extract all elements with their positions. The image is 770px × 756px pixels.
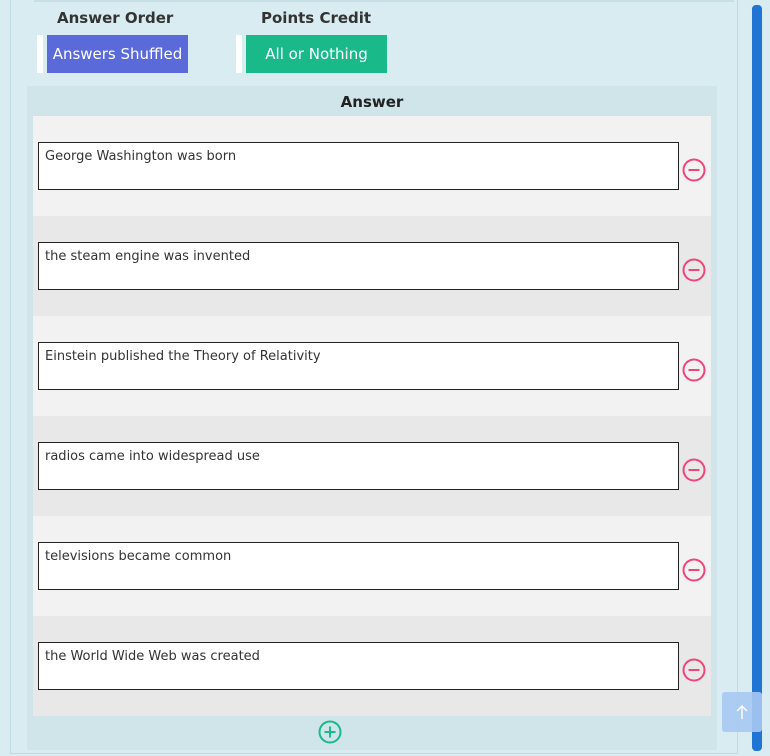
minus-circle-icon[interactable] — [682, 358, 706, 382]
minus-circle-icon[interactable] — [682, 658, 706, 682]
answer-input[interactable]: Einstein published the Theory of Relativ… — [38, 342, 679, 390]
answer-panel: Answer George Washington was born the st… — [27, 86, 717, 750]
minus-circle-icon[interactable] — [682, 158, 706, 182]
answer-row: televisions became common — [33, 516, 711, 616]
answer-row: George Washington was born — [33, 116, 711, 216]
scroll-top-button[interactable] — [722, 692, 762, 732]
points-credit-control: All or Nothing — [236, 35, 387, 73]
minus-circle-icon[interactable] — [682, 458, 706, 482]
points-credit-button[interactable]: All or Nothing — [246, 35, 387, 73]
answer-header: Answer — [340, 93, 404, 111]
answer-input[interactable]: George Washington was born — [38, 142, 679, 190]
answer-input[interactable]: the steam engine was invented — [38, 242, 679, 290]
answer-row: Einstein published the Theory of Relativ… — [33, 316, 711, 416]
answer-order-group: Answer Order Answers Shuffled — [37, 8, 188, 73]
answer-row: the steam engine was invented — [33, 216, 711, 316]
arrow-up-icon — [736, 704, 748, 719]
answer-row: radios came into widespread use — [33, 416, 711, 516]
answer-row: the World Wide Web was created — [33, 616, 711, 716]
plus-circle-icon[interactable] — [318, 720, 342, 744]
answer-input[interactable]: televisions became common — [38, 542, 679, 590]
page: Answer Order Answers Shuffled Points Cre… — [0, 0, 770, 756]
scrollbar-thumb[interactable] — [752, 5, 762, 751]
option-strip — [236, 35, 242, 73]
option-strip — [37, 35, 43, 73]
answer-order-button[interactable]: Answers Shuffled — [47, 35, 188, 73]
answer-input[interactable]: radios came into widespread use — [38, 442, 679, 490]
answer-order-title: Answer Order — [57, 9, 174, 27]
top-divider — [34, 0, 734, 2]
points-credit-group: Points Credit All or Nothing — [236, 8, 387, 73]
answer-order-control: Answers Shuffled — [37, 35, 188, 73]
points-credit-title: Points Credit — [261, 9, 372, 27]
minus-circle-icon[interactable] — [682, 558, 706, 582]
answer-input[interactable]: the World Wide Web was created — [38, 642, 679, 690]
minus-circle-icon[interactable] — [682, 258, 706, 282]
